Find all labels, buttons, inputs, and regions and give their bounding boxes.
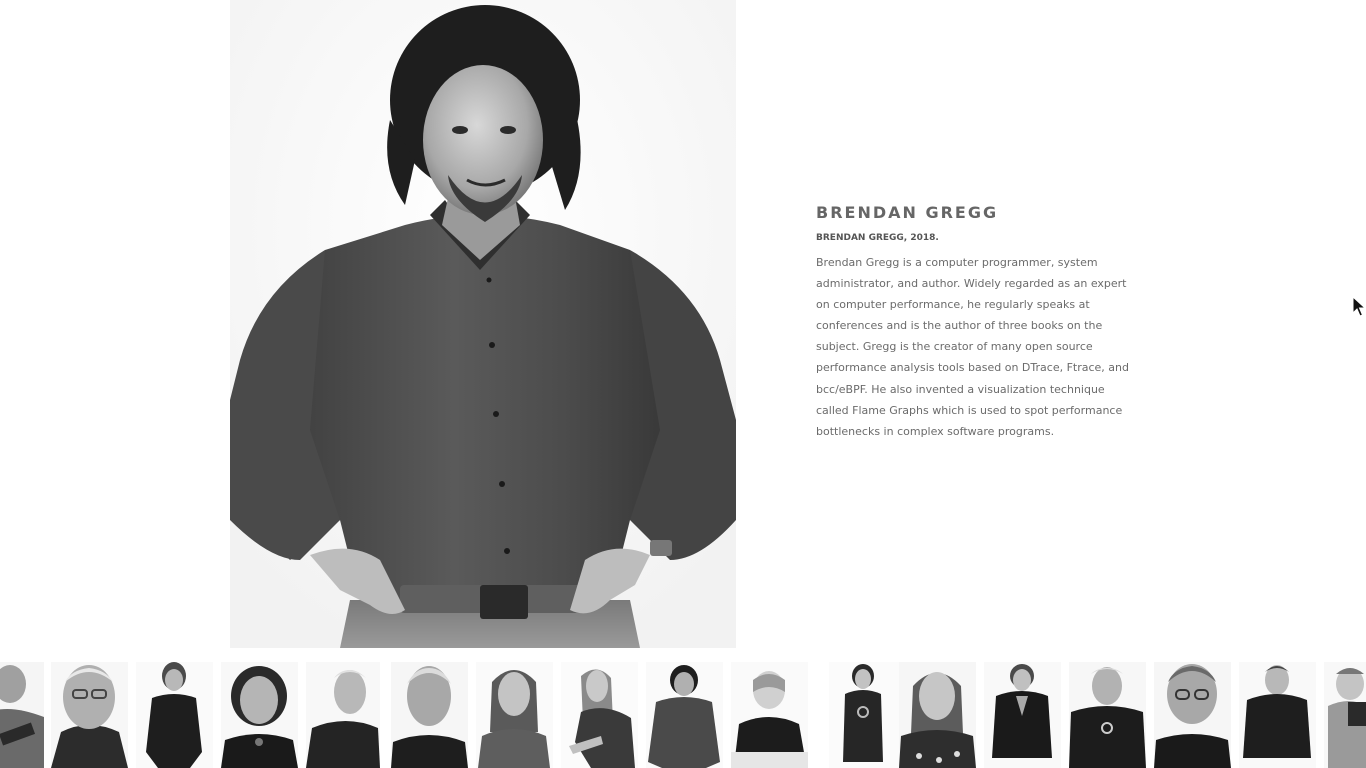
thumbnail-portrait[interactable] — [984, 662, 1061, 768]
thumbnail-portrait[interactable] — [51, 662, 128, 768]
thumbnail-portrait[interactable] — [1239, 662, 1316, 768]
thumbnail-portrait[interactable] — [1154, 662, 1231, 768]
thumbnail-portrait[interactable] — [899, 662, 976, 768]
thumbnail-portrait[interactable] — [136, 662, 213, 768]
photo-caption: BRENDAN GREGG, 2018. — [816, 233, 939, 243]
person-name: BRENDAN GREGG — [816, 203, 999, 222]
thumbnail-portrait[interactable] — [731, 662, 808, 768]
thumbnail-portrait[interactable] — [0, 662, 44, 768]
thumbnail-portrait[interactable] — [829, 662, 899, 768]
thumbnail-portrait[interactable] — [221, 662, 298, 768]
thumbnail-portrait[interactable] — [476, 662, 553, 768]
mouse-cursor-icon — [1352, 296, 1366, 317]
thumbnail-portrait[interactable] — [646, 662, 723, 768]
thumbnail-portrait[interactable] — [1069, 662, 1146, 768]
portrait-image — [230, 0, 736, 648]
main-portrait-photo — [230, 0, 736, 648]
portrait-detail-page: BRENDAN GREGG BRENDAN GREGG, 2018. Brend… — [0, 0, 1366, 768]
bio-panel: BRENDAN GREGG BRENDAN GREGG, 2018. Brend… — [816, 203, 1136, 442]
bio-description: Brendan Gregg is a computer programmer, … — [816, 256, 1129, 438]
thumbnail-portrait[interactable] — [391, 662, 468, 768]
thumbnail-portrait[interactable] — [561, 662, 638, 768]
thumbnail-strip[interactable] — [0, 662, 1366, 768]
thumbnail-portrait[interactable] — [306, 662, 380, 768]
thumbnail-portrait[interactable] — [1324, 662, 1366, 768]
